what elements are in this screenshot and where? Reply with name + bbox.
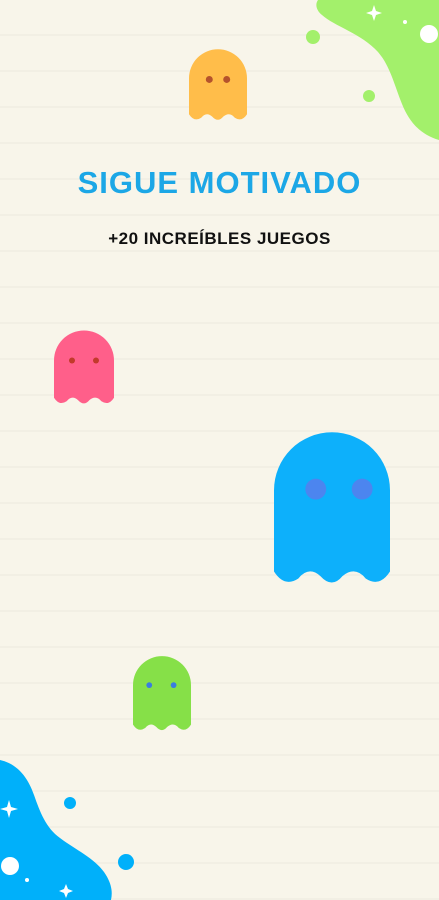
blue-ghost-icon xyxy=(274,432,390,588)
page-subtitle: +20 INCREÍBLES JUEGOS xyxy=(108,229,331,248)
page-title: SIGUE MOTIVADO xyxy=(77,165,362,200)
pink-ghost-icon xyxy=(54,330,114,409)
orange-ghost-icon xyxy=(189,49,247,125)
green-ghost-icon xyxy=(133,656,191,734)
